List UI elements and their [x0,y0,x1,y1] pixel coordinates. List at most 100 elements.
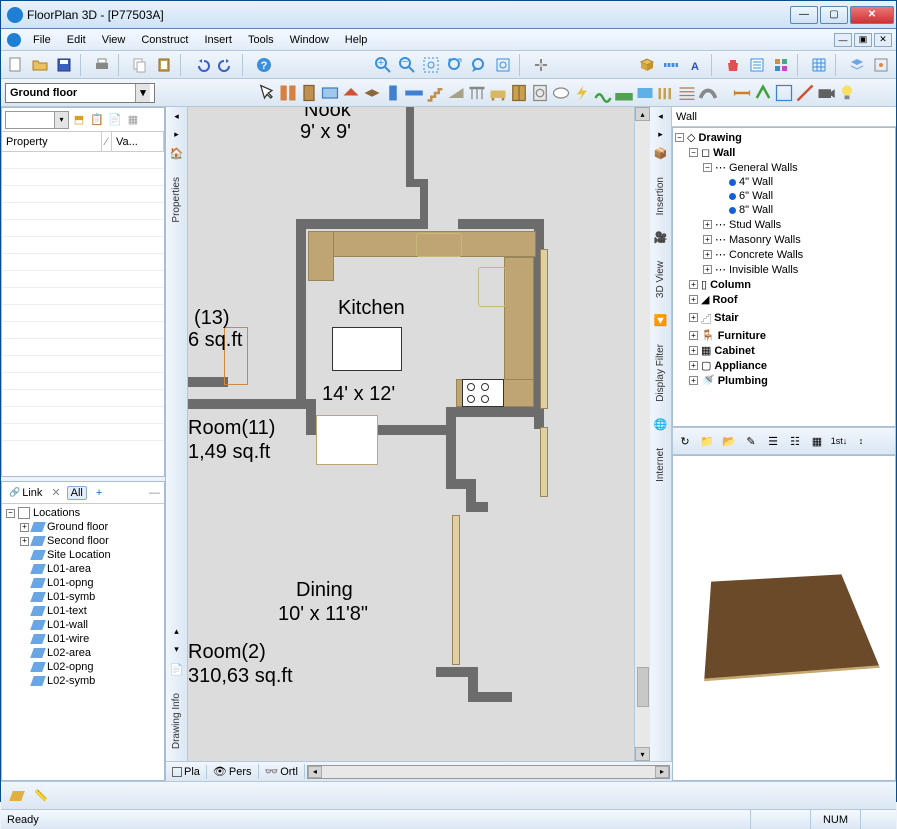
preview-sort-button[interactable]: 1st↓ [829,431,849,451]
property-filter-combo[interactable]: ▾ [5,111,69,129]
tree-cabinet[interactable]: Cabinet [714,345,754,357]
rtab-scroll-right[interactable]: ▸ [656,129,666,139]
preview-pane[interactable] [672,455,896,781]
tab-scroll-down[interactable]: ▾ [172,645,182,655]
filter-vtab-icon[interactable]: 🔽 [654,314,668,328]
properties-grid[interactable] [2,152,164,476]
zoom-in-button[interactable]: + [372,54,394,76]
undo-button[interactable] [191,54,213,76]
door-tool-button[interactable] [299,83,319,103]
window-tool-button[interactable] [320,83,340,103]
minimize-button[interactable]: — [790,6,818,24]
tree-invisible[interactable]: Invisible Walls [729,264,798,276]
menu-window[interactable]: Window [282,32,337,48]
col-property[interactable]: Property [2,132,102,151]
tree-root[interactable]: Locations [33,507,80,519]
text-button[interactable]: A [684,54,706,76]
open-file-button[interactable] [29,54,51,76]
info-tab-icon[interactable]: 📄 [170,663,184,677]
mdi-restore-button[interactable]: ▣ [854,33,872,47]
tree-wall-4[interactable]: 4" Wall [739,176,773,188]
bottom-layers-button[interactable] [7,786,27,806]
bottom-measure-button[interactable]: 📏 [31,786,51,806]
menu-tools[interactable]: Tools [240,32,282,48]
pin-icon[interactable]: ⬒ [71,112,87,128]
3d-view-button[interactable] [636,54,658,76]
link-tab[interactable]: 🔗Link [6,487,45,499]
paste-button[interactable] [153,54,175,76]
path-tool-button[interactable] [698,83,718,103]
tree-wall-6[interactable]: 6" Wall [739,190,773,202]
3dview-vtab[interactable]: 3D View [653,253,668,306]
tab-scroll-right[interactable]: ▸ [172,129,182,139]
rtab-scroll-left[interactable]: ◂ [656,111,666,121]
pool-tool-button[interactable] [635,83,655,103]
cabinet-tool-button[interactable] [509,83,529,103]
minimize-panel-icon[interactable]: — [149,487,160,499]
dimension-tool-button[interactable] [732,83,752,103]
column-tool-button[interactable] [383,83,403,103]
preview-folder-button[interactable]: 📁 [697,431,717,451]
electrical-tool-button[interactable] [572,83,592,103]
menu-construct[interactable]: Construct [133,32,196,48]
expand-icon[interactable]: + [20,537,29,546]
expand-icon[interactable]: − [6,509,15,518]
roof-tool-button[interactable] [341,83,361,103]
preview-edit-button[interactable]: ✎ [741,431,761,451]
filter-icon[interactable]: ▦ [125,112,141,128]
tree-item[interactable]: Second floor [47,535,109,547]
vertical-scrollbar[interactable]: ▴ ▾ [634,107,650,761]
paste-props-icon[interactable]: 📄 [107,112,123,128]
tree-furniture[interactable]: Furniture [718,330,766,342]
select-tool-button[interactable] [257,83,277,103]
menu-file[interactable]: File [25,32,59,48]
floor-tool-button[interactable] [362,83,382,103]
tree-item[interactable]: L01-wall [47,619,88,631]
landscape-tool-button[interactable] [593,83,613,103]
add-location-button[interactable]: + [93,487,105,499]
close-button[interactable]: ✕ [850,6,894,24]
insertion-vtab[interactable]: Insertion [653,169,668,223]
tree-item[interactable]: L02-symb [47,675,95,687]
tree-masonry[interactable]: Masonry Walls [729,234,801,246]
home-tab-icon[interactable]: 🏠 [170,147,184,161]
3dview-icon[interactable]: 🎥 [654,231,668,245]
floorplan-canvas[interactable]: Nook 9' x 9' Kitchen 14' x 12' Dining 10… [188,107,634,761]
tree-item[interactable]: L02-opng [47,661,94,673]
properties-vtab[interactable]: Properties [169,169,184,231]
close-tab-icon[interactable]: ✕ [51,486,60,499]
measure-button[interactable] [660,54,682,76]
tree-wall[interactable]: Wall [713,147,735,159]
locations-tree[interactable]: −Locations +Ground floor +Second floor S… [2,504,164,780]
shape-tool-button[interactable] [774,83,794,103]
horizontal-scrollbar[interactable]: ◂▸ [307,765,670,779]
preview-large-button[interactable]: ▦ [807,431,827,451]
menu-edit[interactable]: Edit [59,32,94,48]
plan-tab[interactable]: Pla [166,765,207,779]
internet-vtab[interactable]: Internet [653,440,668,490]
maximize-button[interactable]: ▢ [820,6,848,24]
tree-plumbing[interactable]: Plumbing [718,375,768,387]
tab-scroll-left[interactable]: ◂ [172,111,182,121]
drawing-info-vtab[interactable]: Drawing Info [169,685,184,757]
zoom-out-button[interactable]: − [396,54,418,76]
tree-column[interactable]: Column [710,279,751,291]
deck-tool-button[interactable] [677,83,697,103]
print-button[interactable] [91,54,113,76]
tree-appliance[interactable]: Appliance [714,360,767,372]
tree-stud[interactable]: Stud Walls [729,219,781,231]
text-tool-button[interactable] [753,83,773,103]
perspective-tab[interactable]: 👁Pers [207,764,259,779]
display-filter-vtab[interactable]: Display Filter [653,336,668,410]
app-menu-icon[interactable] [7,33,21,47]
railing-tool-button[interactable] [467,83,487,103]
mdi-minimize-button[interactable]: — [834,33,852,47]
zoom-realtime-button[interactable] [492,54,514,76]
preview-rotate-button[interactable]: ↻ [675,431,695,451]
fence-tool-button[interactable] [656,83,676,103]
sort-indicator[interactable]: ∕ [102,132,112,151]
new-file-button[interactable] [5,54,27,76]
tree-drawing[interactable]: Drawing [698,132,741,144]
save-button[interactable] [53,54,75,76]
tree-item[interactable]: Site Location [47,549,111,561]
